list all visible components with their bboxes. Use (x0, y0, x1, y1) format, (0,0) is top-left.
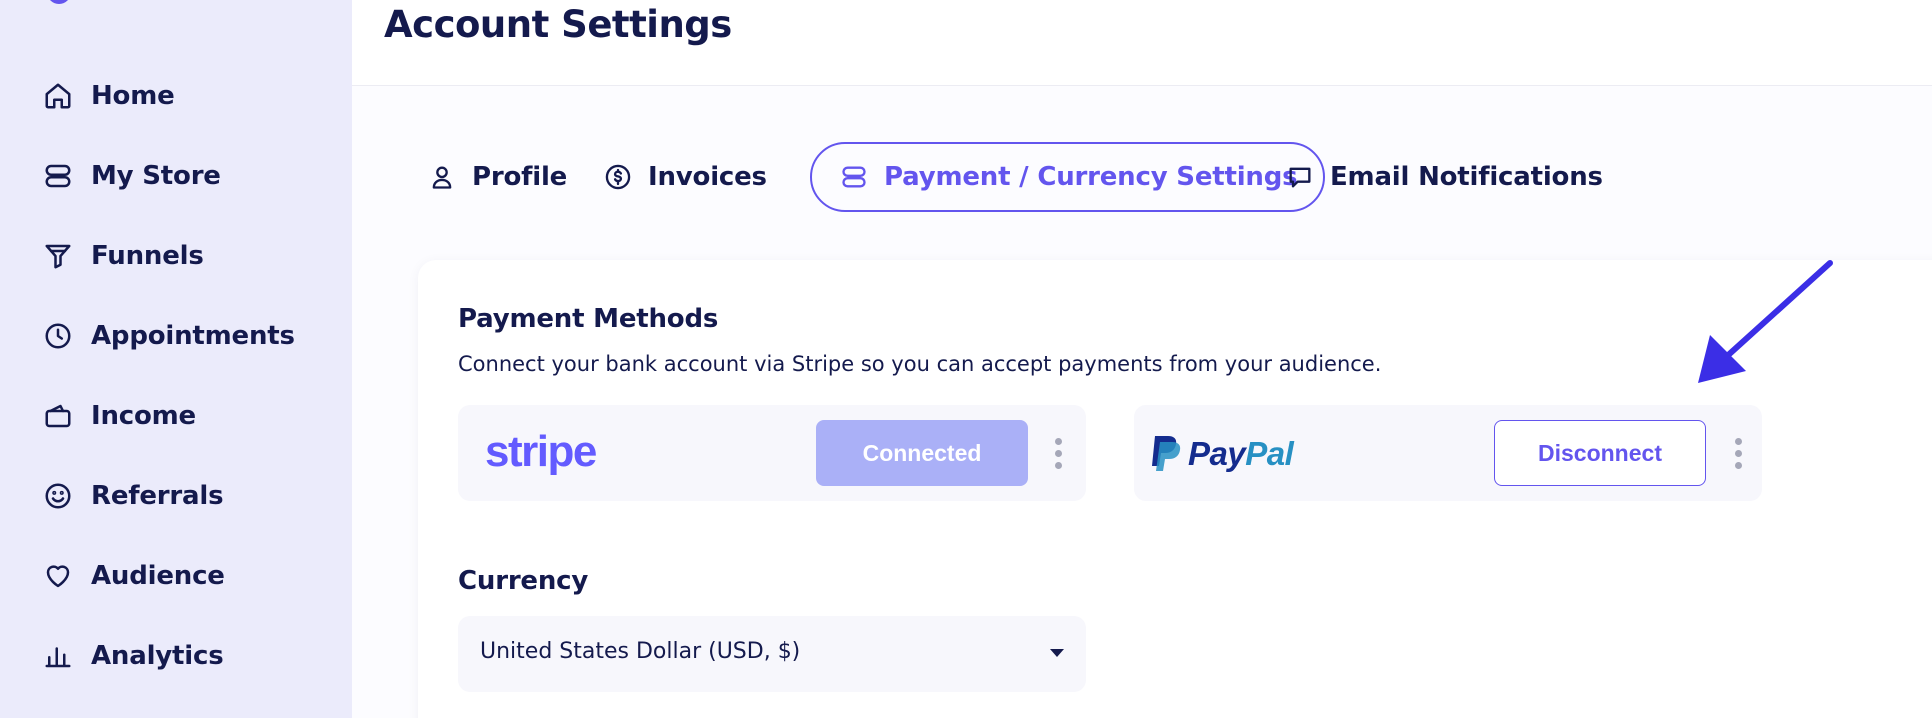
dollar-circle-icon (605, 164, 631, 190)
sidebar-item-label: Analytics (91, 641, 224, 671)
sidebar-item-funnels[interactable]: Funnels (42, 234, 204, 278)
stripe-logo: stripe (485, 427, 597, 476)
store-icon (42, 160, 74, 192)
tab-email-notifications[interactable]: Email Notifications (1286, 142, 1603, 212)
currency-title: Currency (458, 566, 589, 596)
funnel-icon (42, 240, 74, 272)
chat-bubble-icon (1289, 167, 1311, 188)
stripe-connected-button[interactable]: Connected (816, 420, 1028, 486)
tab-label: Email Notifications (1330, 162, 1603, 192)
currency-select-value: United States Dollar (USD, $) (480, 639, 801, 664)
sidebar-item-home[interactable]: Home (42, 74, 175, 118)
brand-logo (47, 0, 71, 4)
paypal-logo: PayPal (1148, 429, 1294, 479)
sidebar-item-label: My Store (91, 161, 221, 191)
sidebar-item-label: Income (91, 401, 196, 431)
page-title: Account Settings (384, 3, 732, 46)
sidebar-item-my-store[interactable]: My Store (42, 154, 221, 198)
paypal-wordmark-pay: Pay (1188, 435, 1246, 472)
app-window: Home My Store Funnels Appointments Incom (0, 0, 1932, 718)
sidebar-item-referrals[interactable]: Referrals (42, 474, 224, 518)
sidebar-item-label: Appointments (91, 321, 295, 351)
sidebar-item-income[interactable]: Income (42, 394, 196, 438)
paypal-more-menu-icon[interactable] (1726, 433, 1750, 473)
heart-icon (42, 560, 74, 592)
payment-methods-title: Payment Methods (458, 304, 719, 334)
tab-label: Payment / Currency Settings (884, 162, 1298, 192)
tab-payment-currency-settings[interactable]: Payment / Currency Settings (810, 142, 1326, 212)
clock-icon (42, 320, 74, 352)
user-icon (432, 166, 452, 189)
main-content: Account Settings Profile Invoices Paymen… (352, 0, 1932, 718)
annotation-arrow-icon (1698, 260, 1833, 383)
bar-chart-icon (42, 640, 74, 672)
stripe-more-menu-icon[interactable] (1046, 433, 1070, 473)
paypal-mark-icon (1152, 436, 1181, 471)
sidebar-item-analytics[interactable]: Analytics (42, 634, 224, 678)
stack-icon (842, 166, 866, 188)
caret-down-icon (1050, 649, 1064, 657)
payment-methods-description: Connect your bank account via Stripe so … (458, 352, 1382, 376)
paypal-disconnect-button[interactable]: Disconnect (1494, 420, 1706, 486)
sidebar-item-label: Home (91, 81, 175, 111)
tab-profile[interactable]: Profile (428, 142, 567, 212)
home-icon (42, 80, 74, 112)
tab-label: Profile (472, 162, 568, 192)
stripe-method-card: stripe Connected (458, 405, 1086, 501)
sidebar-item-label: Funnels (91, 241, 204, 271)
smile-icon (42, 480, 74, 512)
sidebar: Home My Store Funnels Appointments Incom (0, 0, 352, 718)
paypal-method-card: PayPal Disconnect (1134, 405, 1762, 501)
paypal-wordmark: PayPal (1188, 435, 1294, 473)
currency-select[interactable]: United States Dollar (USD, $) (458, 616, 1086, 692)
sidebar-item-audience[interactable]: Audience (42, 554, 225, 598)
tab-label: Invoices (648, 162, 767, 192)
sidebar-item-appointments[interactable]: Appointments (42, 314, 295, 358)
sidebar-item-label: Audience (91, 561, 225, 591)
tab-invoices[interactable]: Invoices (604, 142, 767, 212)
sidebar-item-label: Referrals (91, 481, 224, 511)
paypal-wordmark-pal: Pal (1245, 435, 1294, 472)
page-header: Account Settings (352, 0, 1932, 86)
wallet-icon (42, 400, 74, 432)
